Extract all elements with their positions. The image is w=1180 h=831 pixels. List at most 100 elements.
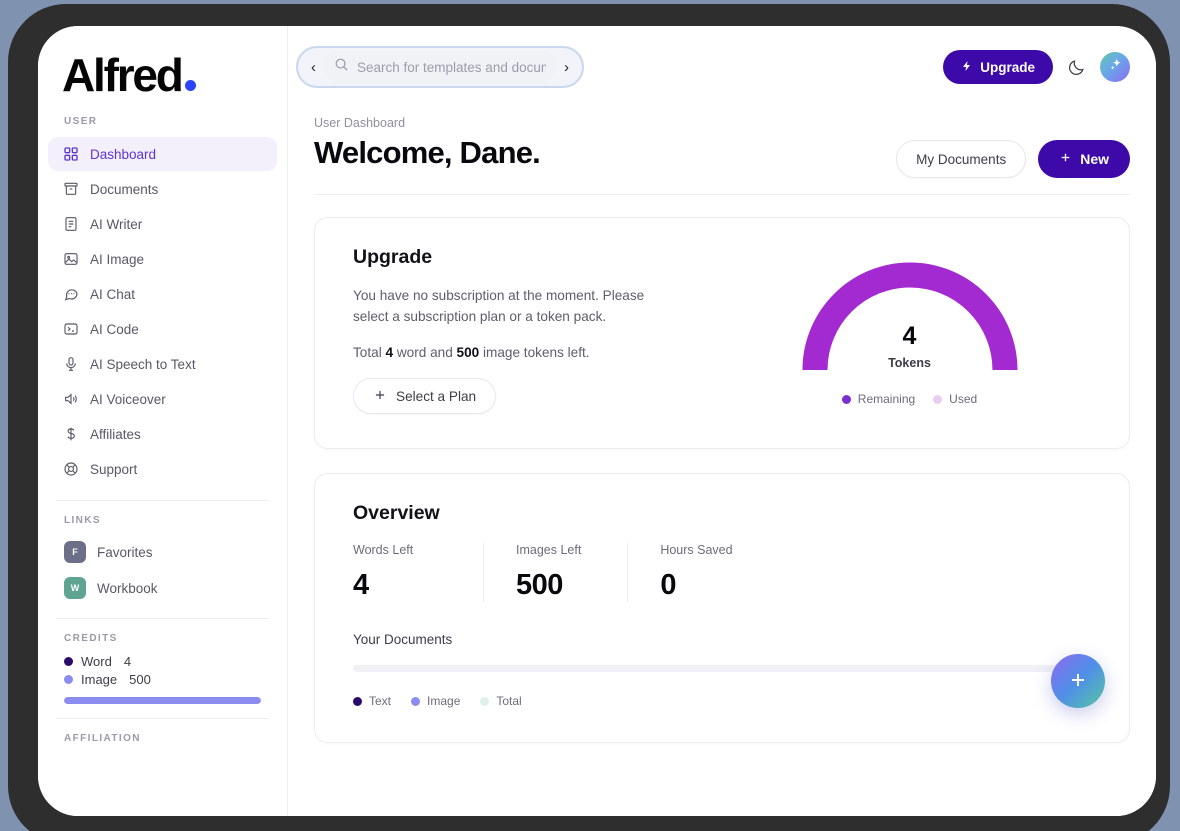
sidebar-section-links: LINKS — [64, 515, 101, 526]
sidebar-item-label: Documents — [90, 181, 159, 197]
legend-dot-icon — [480, 696, 490, 706]
upgrade-card-token-summary: Total 4 word and 500 image tokens left. — [353, 345, 724, 360]
sidebar-item-label: Affiliates — [90, 426, 141, 442]
sidebar-item-label: AI Voiceover — [90, 391, 166, 407]
sidebar-divider-2 — [56, 618, 269, 619]
legend-label: Remaining — [857, 392, 916, 406]
terminal-icon — [62, 321, 79, 338]
sidebar-item-ai-speech-to-text[interactable]: AI Speech to Text — [48, 347, 277, 381]
sidebar-item-label: Dashboard — [90, 146, 157, 162]
overview-card: Overview Words Left 4 Images Left 500 Ho… — [314, 473, 1130, 743]
moon-icon[interactable] — [1067, 58, 1086, 77]
sidebar-item-documents[interactable]: Documents — [48, 172, 277, 206]
sidebar-link-label: Workbook — [97, 580, 158, 596]
word-credit-dot-icon — [64, 657, 73, 666]
gauge-center-text: 4 Tokens — [799, 322, 1021, 371]
credits-progress-fill — [64, 697, 261, 704]
plus-icon — [1067, 669, 1089, 694]
overview-title: Overview — [353, 502, 440, 524]
device-bezel: Alfred USER Dashboard Documents AI Write… — [8, 4, 1170, 831]
upgrade-button-label: Upgrade — [980, 59, 1035, 75]
sidebar-item-ai-writer[interactable]: AI Writer — [48, 207, 277, 241]
chevron-right-icon[interactable]: › — [561, 60, 572, 75]
sidebar-section-user: USER — [64, 116, 98, 127]
sidebar-item-dashboard[interactable]: Dashboard — [48, 137, 277, 171]
dashboard-content: Upgrade You have no subscription at the … — [288, 195, 1156, 816]
upgrade-card-body: You have no subscription at the moment. … — [353, 288, 645, 325]
sidebar-link-favorites[interactable]: F Favorites — [50, 536, 275, 568]
sidebar-link-label: Favorites — [97, 544, 153, 560]
sidebar-item-ai-voiceover[interactable]: AI Voiceover — [48, 382, 277, 416]
stat-label: Images Left — [516, 543, 582, 557]
stat-images-left: Images Left 500 — [483, 543, 627, 602]
sidebar-item-label: AI Writer — [90, 216, 143, 232]
stat-hours-saved: Hours Saved 0 — [627, 543, 778, 602]
credit-value: 4 — [123, 654, 132, 669]
legend-item-image: Image — [411, 694, 460, 708]
total-prefix: Total — [353, 345, 386, 361]
total-suffix: image tokens left. — [479, 345, 590, 361]
legend-label: Used — [949, 392, 978, 406]
credit-label: Image — [81, 672, 118, 687]
page-title-row: Welcome, Dane. My Documents New — [314, 134, 1130, 178]
speaker-wave-icon — [62, 391, 79, 408]
credit-row-image: Image 500 — [38, 672, 287, 687]
your-documents-bar-chart — [353, 665, 1091, 672]
image-credit-dot-icon — [64, 675, 73, 684]
sidebar-nav: Dashboard Documents AI Writer AI Image A… — [38, 137, 287, 486]
search-input[interactable] — [357, 59, 546, 75]
select-a-plan-button[interactable]: Select a Plan — [353, 378, 497, 415]
sidebar-item-ai-chat[interactable]: AI Chat — [48, 277, 277, 311]
sidebar-section-affiliation: AFFILIATION — [64, 733, 141, 744]
total-mid: word and — [393, 345, 457, 361]
sparkle-icon — [1108, 57, 1123, 77]
my-documents-button[interactable]: My Documents — [896, 140, 1027, 178]
sidebar-item-ai-image[interactable]: AI Image — [48, 242, 277, 276]
gauge-label: Tokens — [888, 356, 931, 370]
sidebar-item-ai-code[interactable]: AI Code — [48, 312, 277, 346]
legend-dot-icon — [841, 394, 851, 404]
search-icon — [334, 57, 349, 77]
sidebar-divider-3 — [56, 718, 269, 719]
workbook-badge-icon: W — [64, 577, 86, 599]
credits-list: Word 4 Image 500 — [38, 654, 287, 704]
logo-text: Alfred — [62, 49, 184, 101]
sidebar-item-affiliates[interactable]: Affiliates — [48, 417, 277, 451]
sidebar-link-workbook[interactable]: W Workbook — [50, 572, 275, 604]
chevron-left-icon[interactable]: ‹ — [308, 60, 319, 75]
select-a-plan-label: Select a Plan — [396, 388, 477, 404]
legend-item-total: Total — [480, 694, 522, 708]
sidebar-links-list: F Favorites W Workbook — [38, 536, 287, 604]
tokens-gauge-chart: 4 Tokens Remaining Used — [724, 246, 1095, 418]
credit-row-word: Word 4 — [38, 654, 287, 669]
upgrade-card-title: Upgrade — [353, 246, 433, 268]
search-bar[interactable]: ‹ › — [296, 46, 584, 88]
upgrade-card: Upgrade You have no subscription at the … — [314, 217, 1130, 449]
legend-label: Image — [427, 694, 461, 708]
document-text-icon — [62, 216, 79, 233]
your-documents-legend: Text Image Total — [353, 694, 1091, 708]
app-logo[interactable]: Alfred — [38, 26, 287, 116]
logo-dot — [184, 80, 196, 91]
sidebar-item-support[interactable]: Support — [48, 452, 277, 486]
legend-label: Total — [496, 694, 522, 708]
upgrade-button[interactable]: Upgrade — [943, 50, 1053, 84]
sidebar-item-label: AI Speech to Text — [90, 356, 196, 372]
screenshot-root: Alfred USER Dashboard Documents AI Write… — [0, 0, 1180, 831]
plus-icon — [1059, 151, 1072, 167]
credit-label: Word — [81, 654, 112, 669]
stat-words-left: Words Left 4 — [353, 543, 483, 602]
new-button-label: New — [1080, 151, 1109, 167]
gauge-arc: 4 Tokens — [799, 258, 1021, 376]
new-button[interactable]: New — [1038, 140, 1130, 178]
add-floating-action-button[interactable] — [1051, 654, 1105, 708]
upgrade-card-text: Upgrade You have no subscription at the … — [353, 246, 724, 418]
gauge-value: 4 — [902, 322, 917, 350]
favorites-badge-icon: F — [64, 541, 86, 563]
dollar-icon — [62, 426, 79, 443]
main-area: ‹ › Upgrade — [288, 26, 1156, 816]
avatar[interactable] — [1100, 52, 1130, 82]
search-input-wrap[interactable] — [323, 51, 557, 83]
legend-item-text: Text — [353, 694, 391, 708]
sidebar-item-label: AI Chat — [90, 286, 136, 302]
